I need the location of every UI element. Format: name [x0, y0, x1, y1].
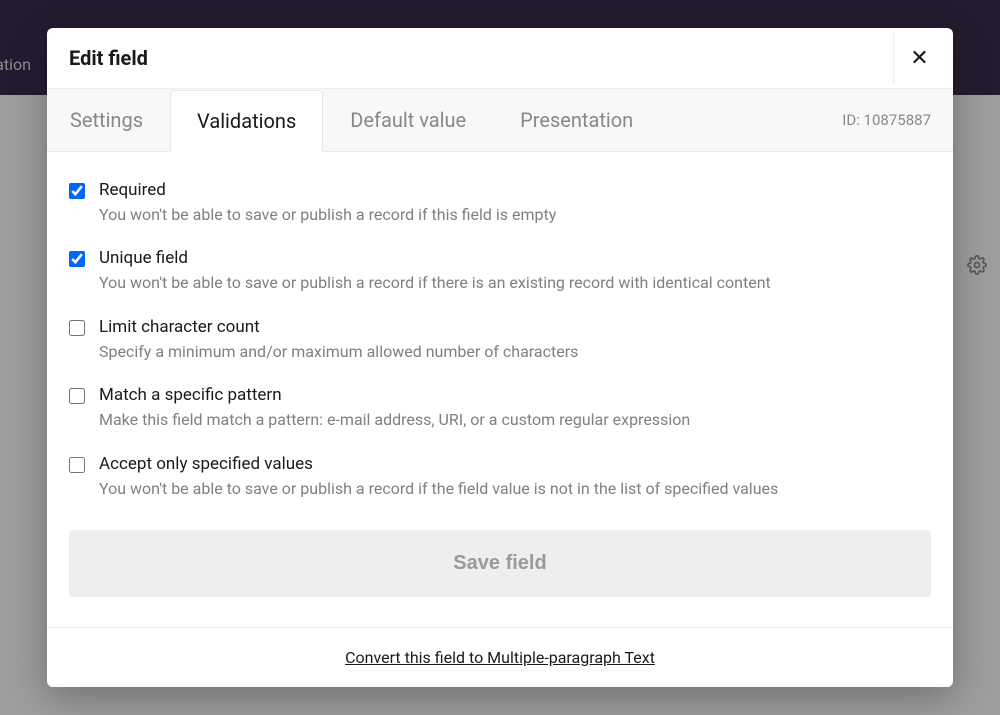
tab-default-value[interactable]: Default value: [323, 89, 493, 151]
option-title: Limit character count: [99, 317, 931, 337]
option-accept-specified-values: Accept only specified values You won't b…: [69, 454, 931, 500]
tab-bar: Settings Validations Default value Prese…: [47, 89, 953, 152]
option-content: Limit character count Specify a minimum …: [99, 317, 931, 363]
option-limit-character-count: Limit character count Specify a minimum …: [69, 317, 931, 363]
option-match-pattern: Match a specific pattern Make this field…: [69, 385, 931, 431]
option-description: Specify a minimum and/or maximum allowed…: [99, 341, 931, 363]
accept-specified-values-checkbox[interactable]: [69, 457, 85, 473]
option-description: Make this field match a pattern: e-mail …: [99, 409, 931, 431]
required-checkbox[interactable]: [69, 183, 85, 199]
match-pattern-checkbox[interactable]: [69, 388, 85, 404]
option-content: Match a specific pattern Make this field…: [99, 385, 931, 431]
tab-validations[interactable]: Validations: [170, 90, 323, 152]
option-description: You won't be able to save or publish a r…: [99, 204, 931, 226]
option-content: Required You won't be able to save or pu…: [99, 180, 931, 226]
close-button[interactable]: ✕: [893, 32, 945, 84]
close-icon: ✕: [910, 46, 928, 71]
limit-character-count-checkbox[interactable]: [69, 320, 85, 336]
option-title: Unique field: [99, 248, 931, 268]
option-title: Required: [99, 180, 931, 200]
tab-settings[interactable]: Settings: [69, 89, 170, 151]
option-required: Required You won't be able to save or pu…: [69, 180, 931, 226]
save-field-button[interactable]: Save field: [69, 530, 931, 597]
option-unique-field: Unique field You won't be able to save o…: [69, 248, 931, 294]
unique-field-checkbox[interactable]: [69, 251, 85, 267]
option-description: You won't be able to save or publish a r…: [99, 478, 931, 500]
option-title: Match a specific pattern: [99, 385, 931, 405]
tab-presentation[interactable]: Presentation: [493, 89, 660, 151]
field-id-label: ID: 10875887: [842, 111, 931, 129]
convert-field-link[interactable]: Convert this field to Multiple-paragraph…: [345, 648, 655, 667]
modal-footer: Convert this field to Multiple-paragraph…: [47, 627, 953, 687]
modal-header: Edit field ✕: [47, 28, 953, 89]
modal-title: Edit field: [69, 46, 148, 70]
option-title: Accept only specified values: [99, 454, 931, 474]
option-description: You won't be able to save or publish a r…: [99, 272, 931, 294]
edit-field-modal: Edit field ✕ Settings Validations Defaul…: [47, 28, 953, 687]
option-content: Accept only specified values You won't b…: [99, 454, 931, 500]
modal-body: Required You won't be able to save or pu…: [47, 152, 953, 627]
option-content: Unique field You won't be able to save o…: [99, 248, 931, 294]
